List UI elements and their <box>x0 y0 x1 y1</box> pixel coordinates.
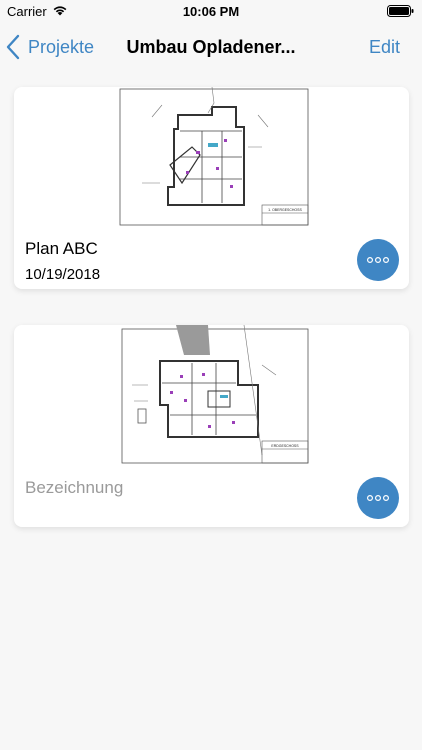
edit-button[interactable]: Edit <box>369 37 400 58</box>
plan-card[interactable]: ERDGESCHOSS Bezeichnung <box>14 325 409 527</box>
screen: Carrier 10:06 PM Projekte Umbau Opladene… <box>0 0 422 750</box>
more-options-button[interactable] <box>357 477 399 519</box>
thumbnail-label: 1. OBERGESCHOSS <box>268 208 302 212</box>
chevron-left-icon <box>6 34 20 60</box>
back-button[interactable]: Projekte <box>6 32 94 62</box>
back-button-label: Projekte <box>28 36 95 57</box>
plan-title: Plan ABC <box>25 239 98 258</box>
more-options-button[interactable] <box>357 239 399 281</box>
ellipsis-icon <box>366 256 390 264</box>
floor-plan-thumbnail: ERDGESCHOSS <box>112 325 310 465</box>
battery-icon <box>387 5 414 17</box>
plan-date: 10/19/2018 <box>25 266 101 283</box>
thumbnail-label: ERDGESCHOSS <box>271 444 299 448</box>
status-time: 10:06 PM <box>182 4 240 19</box>
plan-title-placeholder: Bezeichnung <box>25 478 124 497</box>
page-title: Umbau Opladener... <box>126 37 296 57</box>
plan-card[interactable]: 1. OBERGESCHOSS Plan ABC 10/19/2018 <box>14 87 409 289</box>
floor-plan-thumbnail: 1. OBERGESCHOSS <box>112 87 310 227</box>
ellipsis-icon <box>366 494 390 502</box>
navigation-bar: Projekte Umbau Opladener... Edit <box>0 24 422 70</box>
status-bar: Carrier 10:06 PM <box>0 0 422 24</box>
